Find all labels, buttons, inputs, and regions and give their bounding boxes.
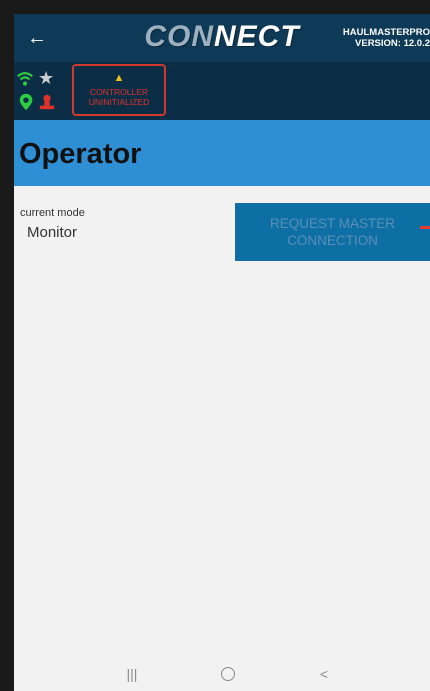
current-mode-value: Monitor — [27, 224, 78, 241]
device-name: HAULMASTERPRO — [342, 27, 430, 38]
request-button-line2: CONNECTION — [287, 233, 378, 248]
location-pin-icon — [19, 93, 33, 111]
device-info: HAULMASTERPRO VERSION: 12.0.2 — [343, 27, 430, 49]
controller-status-line1: CONTROLLER — [89, 87, 149, 97]
logo-text-prefix: CON — [144, 20, 214, 53]
logo-text-suffix: NECT — [214, 20, 300, 53]
recent-apps-button[interactable]: ||| — [117, 664, 147, 684]
request-button-line1: REQUEST MASTER — [269, 216, 396, 231]
home-button[interactable] — [213, 664, 243, 686]
home-circle-icon — [221, 667, 235, 681]
request-master-connection-button[interactable]: REQUEST MASTER CONNECTION — [235, 203, 430, 261]
version-label: VERSION: 12.0.2 — [355, 38, 430, 49]
current-mode-label: current mode — [20, 207, 85, 219]
controller-status-badge[interactable]: ▲ CONTROLLER UNINITIALIZED — [72, 64, 166, 116]
warning-icon: ▲ — [113, 72, 125, 84]
star-icon: ★ — [38, 68, 55, 88]
nav-back-button[interactable]: < — [309, 664, 339, 684]
app-screen: ← CONNECT HAULMASTERPRO VERSION: 12.0.2 … — [14, 14, 430, 691]
system-nav-bar: ||| < — [14, 659, 430, 691]
red-indicator — [420, 226, 430, 229]
user-icon — [39, 94, 55, 110]
wifi-icon — [17, 72, 33, 86]
app-header: ← CONNECT HAULMASTERPRO VERSION: 12.0.2 — [14, 14, 430, 62]
status-bar: ★ ▲ CONTROLLER UNINITIALIZED — [14, 62, 430, 120]
page-title: Operator — [19, 138, 142, 170]
title-band: Operator — [14, 120, 430, 186]
controller-status-line2: UNINITIALIZED — [88, 97, 150, 107]
